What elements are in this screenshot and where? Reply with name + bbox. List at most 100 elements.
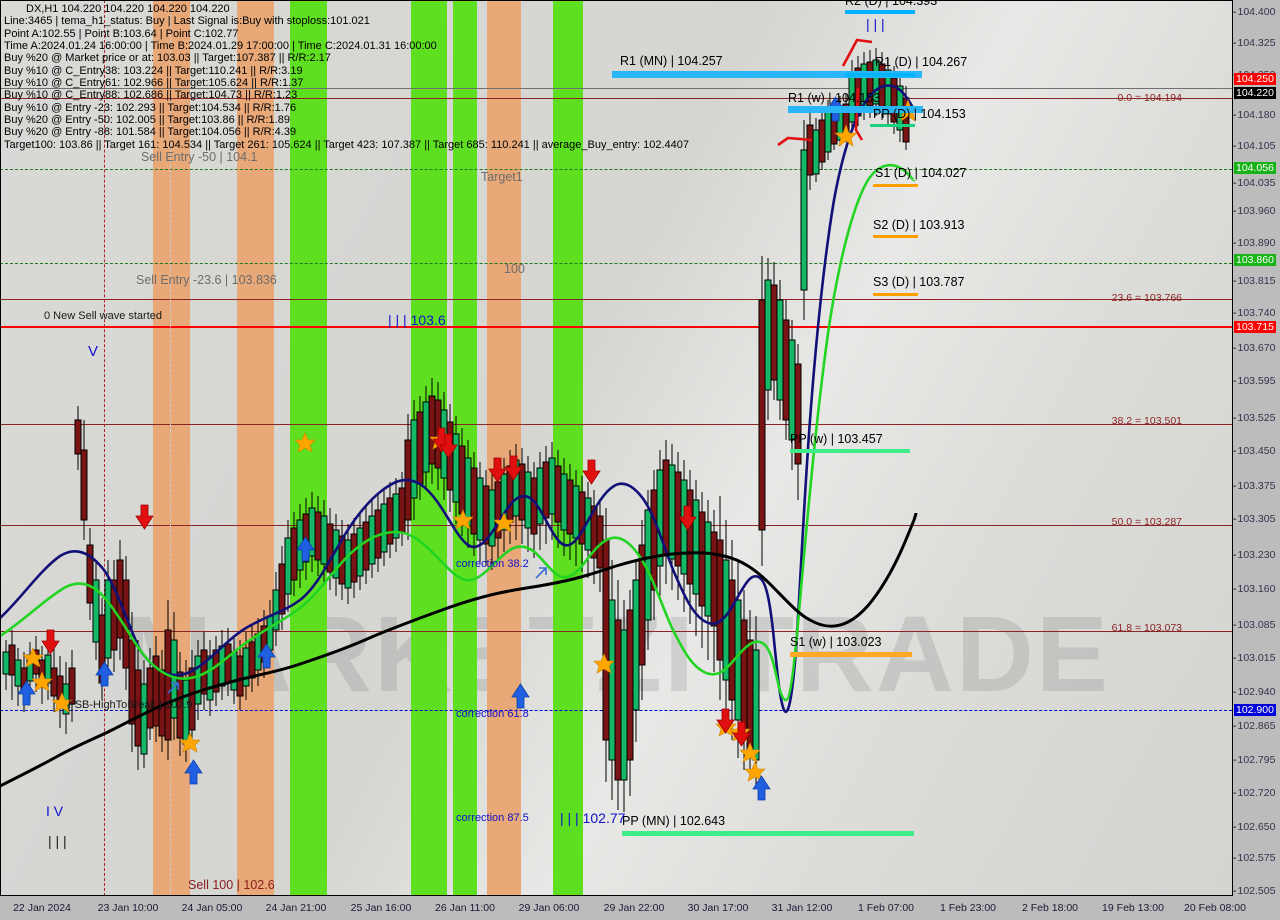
time-tick: 1 Feb 23:00 — [939, 902, 997, 914]
annotation-correction-382: correction 38.2 — [456, 558, 529, 570]
info-line: Buy %10 @ Entry -23: 102.293 || Target:1… — [4, 101, 297, 114]
annotation-sell-entry-50: Sell Entry -50 | 104.1 — [141, 150, 258, 164]
time-tick: 22 Jan 2024 — [13, 902, 71, 914]
pivot-label-s3d: S3 (D) | 103.787 — [873, 275, 965, 289]
info-line: Buy %10 @ C_Entry38: 103.224 || Target:1… — [4, 64, 303, 77]
info-line: Target100: 103.86 || Target 161: 104.534… — [4, 138, 690, 151]
pivot-bar-ppw — [790, 449, 910, 453]
pivot-label-r2d: R2 (D) | 104.393 — [845, 0, 938, 8]
pivot-bar-ppd — [870, 124, 915, 127]
annotation-sell-entry-236: Sell Entry -23.6 | 103.836 — [136, 273, 277, 287]
price-tick: -104.400 — [1233, 6, 1276, 18]
plot-border-left — [0, 0, 1, 896]
pivot-label-s2d: S2 (D) | 103.913 — [873, 218, 965, 232]
info-line: Point A:102.55 | Point B:103.64 | Point … — [4, 27, 239, 40]
time-tick: 24 Jan 05:00 — [181, 902, 243, 914]
price-tick: -103.670 — [1233, 342, 1276, 354]
info-line: Buy %20 @ Market price or at: 103.03 || … — [4, 52, 331, 65]
annotation-level-103-6: | | | 103.6 — [388, 312, 446, 328]
time-tick: 24 Jan 21:00 — [265, 902, 327, 914]
pivot-label-r1d: R1 (D) | 104.267 — [875, 55, 968, 69]
price-badge: 104.250 — [1234, 73, 1276, 85]
fib-label-236: 23.6 = 103.766 — [1111, 292, 1182, 304]
info-line: Line:3465 | tema_h1_status: Buy | Last S… — [4, 15, 370, 28]
blue-tick-marks-top: | | | — [866, 16, 885, 32]
pivot-label-s1d: S1 (D) | 104.027 — [875, 166, 967, 180]
time-tick: 23 Jan 10:00 — [97, 902, 159, 914]
wave-label-iv: I V — [46, 803, 64, 819]
annotation-new-sell-wave: 0 New Sell wave started — [44, 310, 162, 322]
fib-label-500: 50.0 = 103.287 — [1111, 516, 1182, 528]
symbol-ohlc-line: DX,H1 104.220 104.220 104.220 104.220 — [26, 3, 230, 15]
price-tick: -103.085 — [1233, 619, 1276, 631]
pivot-bar-r2d — [845, 10, 915, 14]
time-tick: 25 Jan 16:00 — [350, 902, 412, 914]
chart-info-panel: DX,H1 104.220 104.220 104.220 104.220 Li… — [4, 3, 689, 151]
info-line: Buy %10 @ C_Entry88: 102.686 || Target:1… — [4, 89, 298, 102]
price-tick: -104.325 — [1233, 37, 1276, 49]
price-tick: -102.575 — [1233, 852, 1276, 864]
price-tick: -104.035 — [1233, 177, 1276, 189]
pivot-bar-ppmn — [622, 831, 914, 836]
price-tick: -103.305 — [1233, 513, 1276, 525]
annotation-correction-618: correction 61.8 — [456, 708, 529, 720]
price-tick: -102.940 — [1233, 686, 1276, 698]
time-tick: 1 Feb 07:00 — [857, 902, 915, 914]
pivot-label-ppd: PP (D) | 104.153 — [873, 107, 966, 121]
price-badge: 103.860 — [1234, 254, 1276, 266]
price-badge: 103.715 — [1234, 321, 1276, 333]
price-tick: -103.375 — [1233, 480, 1276, 492]
pivot-label-s1w: S1 (w) | 103.023 — [790, 635, 882, 649]
price-badge: 104.220 — [1234, 87, 1276, 99]
wave-label-iii: | | | — [48, 833, 67, 849]
price-tick: -102.795 — [1233, 754, 1276, 766]
annotation-sell-100: Sell 100 | 102.6 — [188, 878, 275, 892]
annotation-level-100: 100 — [504, 262, 525, 276]
price-tick: -104.180 — [1233, 109, 1276, 121]
time-tick: 19 Feb 13:00 — [1102, 902, 1164, 914]
price-badge: 104.056 — [1234, 162, 1276, 174]
price-badge: 102.900 — [1234, 704, 1276, 716]
price-axis[interactable]: -104.400-104.325-104.250-104.180-104.105… — [1232, 0, 1280, 897]
price-tick: -104.105 — [1233, 140, 1276, 152]
chart-window: MARKETZI TRADE R2 (D) | 104.393 R1 (MN) … — [0, 0, 1280, 920]
annotation-fsb-high-to-break: FSB-HighToBreak | 102.9 — [68, 699, 193, 711]
pivot-label-ppmn: PP (MN) | 102.643 — [622, 814, 726, 828]
annotation-level-102-77: | | | 102.77 — [560, 810, 626, 826]
price-tick: -103.815 — [1233, 275, 1276, 287]
price-tick: -103.160 — [1233, 583, 1276, 595]
pivot-bar-r1d — [845, 73, 915, 77]
fib-label-382: 38.2 = 103.501 — [1111, 415, 1182, 427]
time-axis[interactable]: 22 Jan 2024 23 Jan 10:00 24 Jan 05:00 24 Ja… — [0, 896, 1280, 920]
info-line: Buy %10 @ C_Entry61: 102.966 || Target:1… — [4, 77, 304, 90]
pivot-bar-s2d — [873, 235, 918, 238]
price-tick: -103.890 — [1233, 237, 1276, 249]
time-tick: 26 Jan 11:00 — [435, 902, 495, 914]
price-tick: -103.525 — [1233, 412, 1276, 424]
fib-label-0: 0.0 = 104.194 — [1117, 92, 1182, 104]
price-tick: -102.720 — [1233, 787, 1276, 799]
info-line: Time A:2024.01.24 16:00:00 | Time B:2024… — [4, 40, 437, 53]
time-tick: 20 Feb 08:00 — [1184, 902, 1246, 914]
chart-plot-area[interactable]: MARKETZI TRADE R2 (D) | 104.393 R1 (MN) … — [0, 0, 1232, 896]
time-tick: 2 Feb 18:00 — [1021, 902, 1079, 914]
annotation-target1: Target1 — [481, 170, 523, 184]
ma-slow-green — [0, 163, 916, 702]
price-tick: -103.230 — [1233, 549, 1276, 561]
pivot-label-r1w: R1 (w) | 104.153 — [788, 91, 881, 105]
price-tick: -103.450 — [1233, 445, 1276, 457]
price-tick: -103.015 — [1233, 652, 1276, 664]
pivot-bar-s1w — [790, 652, 912, 657]
annotation-correction-875: correction 87.5 — [456, 812, 529, 824]
time-tick: 30 Jan 17:00 — [687, 902, 749, 914]
price-tick: -103.960 — [1233, 205, 1276, 217]
price-tick: -102.650 — [1233, 821, 1276, 833]
pivot-label-ppw: PP (w) | 103.457 — [790, 432, 883, 446]
price-tick: -103.595 — [1233, 375, 1276, 387]
pivot-bar-s1d — [873, 184, 918, 187]
info-line: Buy %20 @ Entry -88: 101.584 || Target:1… — [4, 126, 297, 139]
time-tick: 29 Jan 06:00 — [518, 902, 580, 914]
price-tick: -102.865 — [1233, 720, 1276, 732]
time-tick: 31 Jan 12:00 — [771, 902, 833, 914]
wave-label-v: V — [88, 343, 99, 360]
